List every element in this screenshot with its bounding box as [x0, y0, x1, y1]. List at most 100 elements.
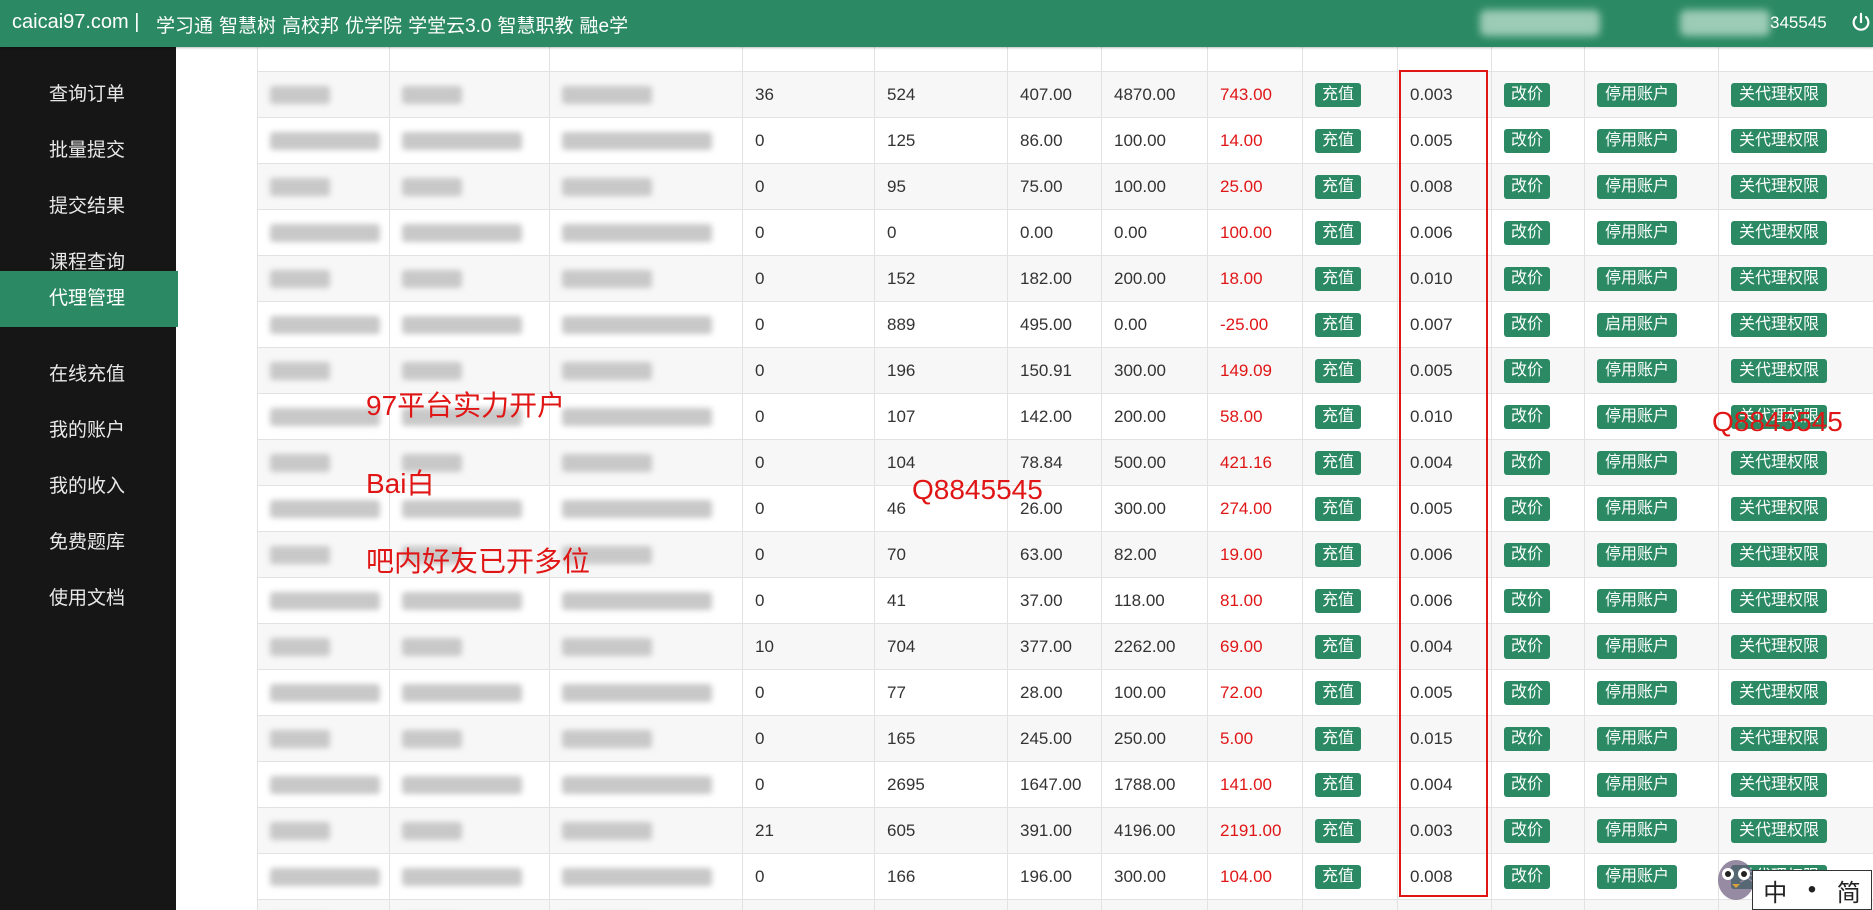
change-price-button[interactable]: 改价: [1504, 174, 1551, 199]
close-proxy-button[interactable]: 关代理权限: [1731, 588, 1828, 613]
change-price-button[interactable]: 改价: [1504, 634, 1551, 659]
change-price-button[interactable]: 改价: [1504, 496, 1551, 521]
change-price-button[interactable]: 改价: [1504, 358, 1551, 383]
sidebar-item-docs[interactable]: 使用文档: [0, 571, 176, 627]
recharge-button[interactable]: 充值: [1315, 82, 1362, 107]
recharge-button[interactable]: 充值: [1315, 634, 1362, 659]
site-brand[interactable]: caicai97.com |: [12, 11, 139, 34]
sidebar-item-free-question-bank[interactable]: 免费题库: [0, 515, 176, 571]
close-proxy-button[interactable]: 关代理权限: [1731, 680, 1828, 705]
cell-c4: 0.00: [1101, 209, 1208, 256]
close-proxy-button[interactable]: 关代理权限: [1731, 772, 1828, 797]
change-price-button[interactable]: 改价: [1504, 266, 1551, 291]
close-proxy-button[interactable]: 关代理权限: [1731, 128, 1828, 153]
account-toggle-button[interactable]: 停用账户: [1597, 818, 1678, 843]
account-toggle-button[interactable]: 停用账户: [1597, 266, 1678, 291]
account-toggle-button[interactable]: 停用账户: [1597, 634, 1678, 659]
account-toggle-button[interactable]: 启用账户: [1597, 312, 1678, 337]
top-link-gaoxiaobang[interactable]: 高校邦: [282, 11, 339, 38]
language-toggle[interactable]: 中 • 简: [1752, 870, 1872, 910]
recharge-button[interactable]: 充值: [1315, 680, 1362, 705]
account-toggle-button[interactable]: 停用账户: [1597, 496, 1678, 521]
close-proxy-button[interactable]: 关代理权限: [1731, 450, 1828, 475]
change-price-button[interactable]: 改价: [1504, 864, 1551, 889]
account-toggle-button[interactable]: 停用账户: [1597, 404, 1678, 429]
cell-balance: 19.00: [1207, 531, 1303, 578]
recharge-button[interactable]: 充值: [1315, 404, 1362, 429]
recharge-button[interactable]: 充值: [1315, 864, 1362, 889]
recharge-button[interactable]: 充值: [1315, 726, 1362, 751]
close-proxy-button[interactable]: 关代理权限: [1731, 496, 1828, 521]
change-price-button[interactable]: 改价: [1504, 588, 1551, 613]
close-proxy-button[interactable]: 关代理权限: [1731, 542, 1828, 567]
recharge-button[interactable]: 充值: [1315, 220, 1362, 245]
account-toggle-button[interactable]: 停用账户: [1597, 82, 1678, 107]
change-price-button[interactable]: 改价: [1504, 726, 1551, 751]
recharge-button[interactable]: 充值: [1315, 496, 1362, 521]
change-price-button[interactable]: 改价: [1504, 128, 1551, 153]
close-proxy-button[interactable]: 关代理权限: [1731, 312, 1828, 337]
power-icon[interactable]: [1850, 12, 1872, 34]
account-toggle-button[interactable]: 停用账户: [1597, 726, 1678, 751]
change-price-button[interactable]: 改价: [1504, 772, 1551, 797]
change-price-button[interactable]: 改价: [1504, 542, 1551, 567]
sidebar-item-my-income[interactable]: 我的收入: [0, 459, 176, 515]
close-proxy-button[interactable]: 关代理权限: [1731, 818, 1828, 843]
account-toggle-button[interactable]: 停用账户: [1597, 588, 1678, 613]
account-toggle-button[interactable]: 停用账户: [1597, 450, 1678, 475]
top-link-xuetangyun[interactable]: 学堂云3.0: [408, 11, 491, 38]
lang-simplified[interactable]: 简: [1837, 873, 1861, 908]
cell-c2: 95: [874, 163, 1008, 210]
close-proxy-button[interactable]: 关代理权限: [1731, 82, 1828, 107]
change-price-button[interactable]: 改价: [1504, 312, 1551, 337]
change-price-button[interactable]: 改价: [1504, 220, 1551, 245]
account-toggle-button[interactable]: 停用账户: [1597, 864, 1678, 889]
close-proxy-button[interactable]: 关代理权限: [1731, 634, 1828, 659]
recharge-button[interactable]: 充值: [1315, 772, 1362, 797]
change-price-button[interactable]: 改价: [1504, 450, 1551, 475]
account-toggle-button[interactable]: 停用账户: [1597, 680, 1678, 705]
close-proxy-button[interactable]: 关代理权限: [1731, 726, 1828, 751]
sidebar-item-submit-results[interactable]: 提交结果: [0, 179, 176, 235]
top-link-youxueyuan[interactable]: 优学院: [345, 11, 402, 38]
change-price-button[interactable]: 改价: [1504, 680, 1551, 705]
recharge-button[interactable]: 充值: [1315, 174, 1362, 199]
sidebar-item-batch-submit[interactable]: 批量提交: [0, 123, 176, 179]
recharge-button[interactable]: 充值: [1315, 312, 1362, 337]
recharge-button[interactable]: 充值: [1315, 266, 1362, 291]
account-toggle-button[interactable]: 停用账户: [1597, 174, 1678, 199]
recharge-button[interactable]: 充值: [1315, 818, 1362, 843]
change-price-button[interactable]: 改价: [1504, 404, 1551, 429]
sidebar-item-my-account[interactable]: 我的账户: [0, 403, 176, 459]
top-link-xuexitong[interactable]: 学习通: [156, 11, 213, 38]
close-proxy-button[interactable]: 关代理权限: [1731, 266, 1828, 291]
recharge-button[interactable]: 充值: [1315, 450, 1362, 475]
close-proxy-button[interactable]: 关代理权限: [1731, 220, 1828, 245]
close-proxy-button[interactable]: 关代理权限: [1731, 358, 1828, 383]
account-toggle-button[interactable]: 停用账户: [1597, 358, 1678, 383]
top-link-rongexue[interactable]: 融e学: [580, 11, 629, 38]
sidebar-item-online-recharge[interactable]: 在线充值: [0, 347, 176, 403]
account-id[interactable]: 345545: [1770, 13, 1827, 33]
cell-blurred-user: [389, 117, 550, 164]
recharge-button[interactable]: 充值: [1315, 542, 1362, 567]
cell-balance: 72.00: [1207, 669, 1303, 716]
blurred-text: [402, 362, 462, 381]
cell-c4: 250.00: [1101, 715, 1208, 762]
agent-table-container[interactable]: 36 524 407.00 4870.00 743.00 充值 0.003 改价 停用账户 关代理…: [257, 47, 1873, 910]
change-price-button[interactable]: 改价: [1504, 82, 1551, 107]
recharge-button[interactable]: 充值: [1315, 128, 1362, 153]
recharge-button[interactable]: 充值: [1315, 358, 1362, 383]
account-toggle-button[interactable]: 停用账户: [1597, 772, 1678, 797]
account-toggle-button[interactable]: 停用账户: [1597, 220, 1678, 245]
recharge-button[interactable]: 充值: [1315, 588, 1362, 613]
sidebar-item-agent-management[interactable]: 代理管理: [0, 271, 178, 327]
account-toggle-button[interactable]: 停用账户: [1597, 128, 1678, 153]
top-link-zhihuishu[interactable]: 智慧树: [219, 11, 276, 38]
sidebar-item-query-orders[interactable]: 查询订单: [0, 67, 176, 123]
top-link-zhihuizhijiao[interactable]: 智慧职教: [497, 11, 573, 38]
account-toggle-button[interactable]: 停用账户: [1597, 542, 1678, 567]
lang-chinese[interactable]: 中: [1763, 873, 1787, 908]
change-price-button[interactable]: 改价: [1504, 818, 1551, 843]
close-proxy-button[interactable]: 关代理权限: [1731, 174, 1828, 199]
